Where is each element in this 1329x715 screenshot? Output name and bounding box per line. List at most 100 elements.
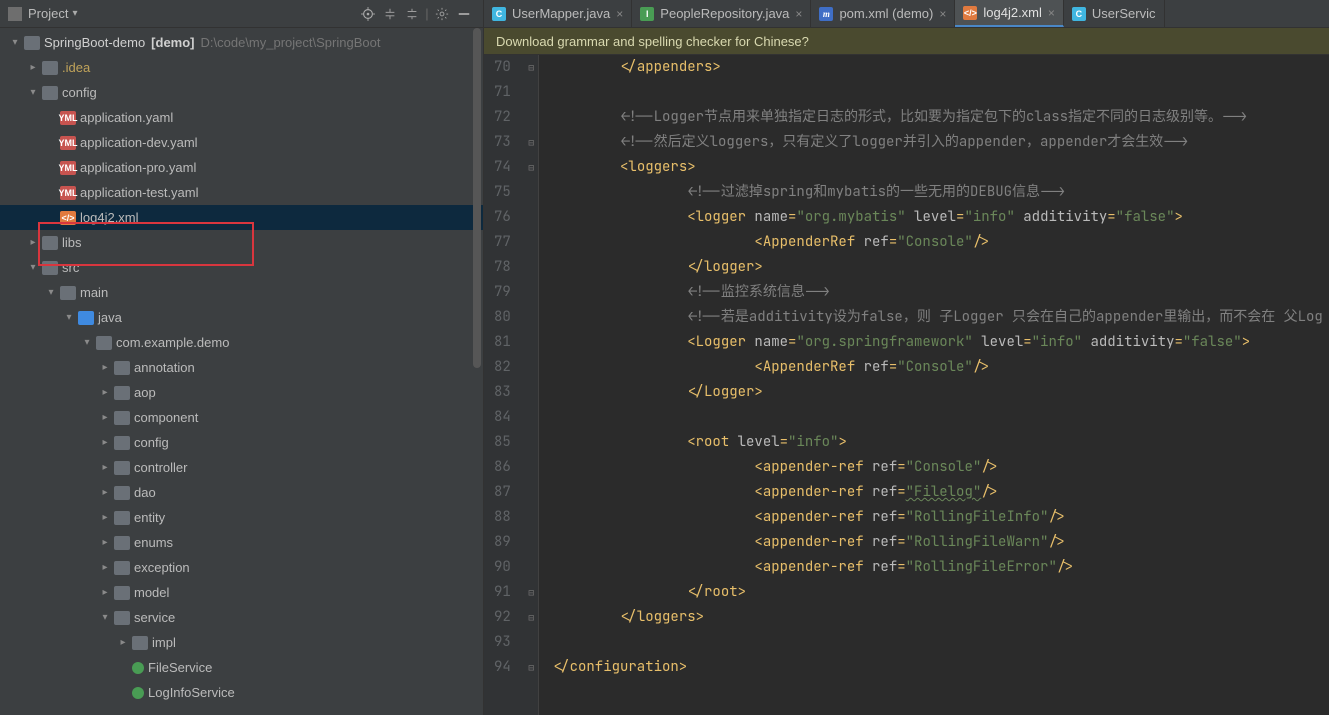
code-line[interactable]: </configuration> [553, 655, 1329, 680]
fold-column[interactable]: ⊟⊟⊟⊟⊟⊟ [525, 55, 539, 715]
code-line[interactable]: </Logger> [553, 380, 1329, 405]
code-line[interactable]: </root> [553, 580, 1329, 605]
chevron-right-icon[interactable] [116, 637, 130, 648]
code-line[interactable]: <appender-ref ref="RollingFileError"/> [553, 555, 1329, 580]
tree-row-component[interactable]: component [0, 405, 483, 430]
tree-row-enums[interactable]: enums [0, 530, 483, 555]
code-line[interactable]: <!--过滤掉spring和mybatis的一些无用的DEBUG信息--> [553, 180, 1329, 205]
fold-marker[interactable]: ⊟ [525, 580, 538, 605]
chevron-right-icon[interactable] [98, 512, 112, 523]
chevron-down-icon[interactable] [26, 87, 40, 98]
code-line[interactable] [553, 630, 1329, 655]
chevron-down-icon[interactable] [62, 312, 76, 323]
scrollbar-thumb[interactable] [473, 28, 481, 368]
editor-tab-pom-xml-demo-[interactable]: mpom.xml (demo)× [811, 0, 955, 27]
chevron-right-icon[interactable] [98, 587, 112, 598]
target-icon[interactable] [357, 3, 379, 25]
fold-marker[interactable]: ⊟ [525, 155, 538, 180]
chevron-down-icon[interactable] [44, 287, 58, 298]
tree-scrollbar[interactable] [473, 28, 481, 715]
code-line[interactable]: </logger> [553, 255, 1329, 280]
chevron-right-icon[interactable] [98, 487, 112, 498]
tree-row-config[interactable]: config [0, 430, 483, 455]
code-line[interactable]: <root level="info"> [553, 430, 1329, 455]
chevron-right-icon[interactable] [26, 237, 40, 248]
fold-marker[interactable]: ⊟ [525, 605, 538, 630]
code-line[interactable]: <appender-ref ref="Filelog"/> [553, 480, 1329, 505]
code-line[interactable] [553, 80, 1329, 105]
code-line[interactable]: <!--然后定义loggers，只有定义了logger并引入的appender，… [553, 130, 1329, 155]
tree-row-java[interactable]: java [0, 305, 483, 330]
grammar-banner[interactable]: Download grammar and spelling checker fo… [484, 28, 1329, 55]
code-line[interactable]: </appenders> [553, 55, 1329, 80]
tree-row-aop[interactable]: aop [0, 380, 483, 405]
chevron-down-icon[interactable] [26, 262, 40, 273]
close-icon[interactable]: × [616, 7, 623, 21]
chevron-right-icon[interactable] [26, 62, 40, 73]
fold-marker[interactable]: ⊟ [525, 55, 538, 80]
expand-all-icon[interactable] [401, 3, 423, 25]
code-line[interactable]: <AppenderRef ref="Console"/> [553, 355, 1329, 380]
editor-tab-log4j2-xml[interactable]: </>log4j2.xml× [955, 0, 1064, 27]
code-line[interactable]: <AppenderRef ref="Console"/> [553, 230, 1329, 255]
code-line[interactable] [553, 405, 1329, 430]
tree-row-application-pro-yaml[interactable]: YMLapplication-pro.yaml [0, 155, 483, 180]
tree-row-application-test-yaml[interactable]: YMLapplication-test.yaml [0, 180, 483, 205]
chevron-right-icon[interactable] [98, 437, 112, 448]
tree-row-com-example-demo[interactable]: com.example.demo [0, 330, 483, 355]
tree-row-dao[interactable]: dao [0, 480, 483, 505]
code-editor[interactable]: 7071727374757677787980818283848586878889… [484, 55, 1329, 715]
fold-marker[interactable]: ⊟ [525, 130, 538, 155]
tree-row--idea[interactable]: .idea [0, 55, 483, 80]
tree-row-impl[interactable]: impl [0, 630, 483, 655]
code-line[interactable]: <appender-ref ref="RollingFileWarn"/> [553, 530, 1329, 555]
tree-row-annotation[interactable]: annotation [0, 355, 483, 380]
chevron-right-icon[interactable] [98, 462, 112, 473]
code-line[interactable]: <loggers> [553, 155, 1329, 180]
code-line[interactable]: </loggers> [553, 605, 1329, 630]
chevron-down-icon[interactable]: ▾ [72, 8, 77, 19]
tree-row-config[interactable]: config [0, 80, 483, 105]
collapse-all-icon[interactable] [379, 3, 401, 25]
close-icon[interactable]: × [939, 7, 946, 21]
code-line[interactable]: <!--监控系统信息--> [553, 280, 1329, 305]
tree-row-springboot-demo[interactable]: SpringBoot-demo[demo]D:\code\my_project\… [0, 30, 483, 55]
chevron-down-icon[interactable] [8, 37, 22, 48]
tree-row-controller[interactable]: controller [0, 455, 483, 480]
editor-tab-usermapper-java[interactable]: CUserMapper.java× [484, 0, 632, 27]
code-line[interactable]: <logger name="org.mybatis" level="info" … [553, 205, 1329, 230]
chevron-right-icon[interactable] [98, 537, 112, 548]
tree-row-main[interactable]: main [0, 280, 483, 305]
tree-row-application-yaml[interactable]: YMLapplication.yaml [0, 105, 483, 130]
tree-row-libs[interactable]: libs [0, 230, 483, 255]
tree-row-application-dev-yaml[interactable]: YMLapplication-dev.yaml [0, 130, 483, 155]
code-line[interactable]: <!--Logger节点用来单独指定日志的形式，比如要为指定包下的class指定… [553, 105, 1329, 130]
fold-marker[interactable]: ⊟ [525, 655, 538, 680]
code-line[interactable]: <Logger name="org.springframework" level… [553, 330, 1329, 355]
tree-row-log4j2-xml[interactable]: </>log4j2.xml [0, 205, 483, 230]
tree-row-service[interactable]: service [0, 605, 483, 630]
editor-tab-peoplerepository-java[interactable]: IPeopleRepository.java× [632, 0, 811, 27]
tree-row-fileservice[interactable]: FileService [0, 655, 483, 680]
code-line[interactable]: <!--若是additivity设为false，则 子Logger 只会在自己的… [553, 305, 1329, 330]
code-line[interactable]: <appender-ref ref="Console"/> [553, 455, 1329, 480]
tree-row-entity[interactable]: entity [0, 505, 483, 530]
tree-row-model[interactable]: model [0, 580, 483, 605]
chevron-down-icon[interactable] [80, 337, 94, 348]
code-line[interactable]: <appender-ref ref="RollingFileInfo"/> [553, 505, 1329, 530]
code-content[interactable]: </appenders> <!--Logger节点用来单独指定日志的形式，比如要… [539, 55, 1329, 715]
tree-row-src[interactable]: src [0, 255, 483, 280]
chevron-right-icon[interactable] [98, 387, 112, 398]
hide-icon[interactable] [453, 3, 475, 25]
close-icon[interactable]: × [1048, 6, 1055, 20]
editor-tab-userservic[interactable]: CUserServic [1064, 0, 1165, 27]
tree-row-exception[interactable]: exception [0, 555, 483, 580]
tree-row-loginfoservice[interactable]: LogInfoService [0, 680, 483, 705]
project-tree[interactable]: SpringBoot-demo[demo]D:\code\my_project\… [0, 28, 483, 715]
chevron-right-icon[interactable] [98, 362, 112, 373]
gear-icon[interactable] [431, 3, 453, 25]
close-icon[interactable]: × [795, 7, 802, 21]
chevron-right-icon[interactable] [98, 412, 112, 423]
chevron-right-icon[interactable] [98, 562, 112, 573]
chevron-down-icon[interactable] [98, 612, 112, 623]
